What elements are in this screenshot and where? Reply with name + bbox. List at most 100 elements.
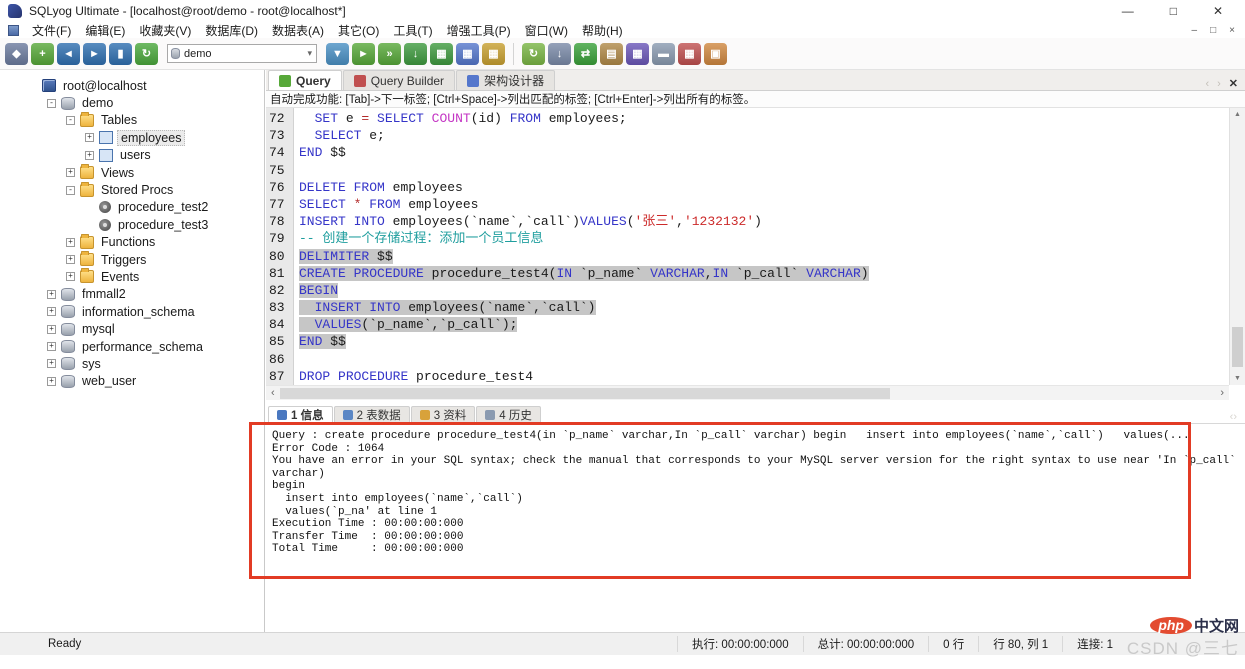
code-line[interactable]: DELETE FROM employees — [299, 179, 1229, 196]
tree-item-information_schema[interactable]: +information_schema — [0, 303, 264, 320]
mdi-close-button[interactable]: × — [1229, 25, 1235, 36]
vertical-scroll-thumb[interactable] — [1232, 327, 1243, 367]
menu-item-A[interactable]: 数据表(A) — [265, 22, 331, 39]
tab-Query[interactable]: Query — [268, 70, 342, 90]
code-line[interactable]: BEGIN — [299, 282, 1229, 299]
tree-item-web_user[interactable]: +web_user — [0, 373, 264, 390]
tab-Query-Builder[interactable]: Query Builder — [343, 70, 455, 90]
monitor-icon[interactable]: ▬ — [652, 43, 675, 65]
expand-icon[interactable]: + — [47, 290, 60, 299]
minimize-button[interactable]: — — [1122, 4, 1134, 18]
expand-icon[interactable]: + — [47, 377, 60, 386]
expand-icon[interactable]: + — [47, 342, 60, 351]
code-line[interactable]: END $$ — [299, 144, 1229, 161]
tree-item-demo[interactable]: -demo — [0, 94, 264, 111]
code-line[interactable] — [299, 162, 1229, 179]
backup-icon[interactable]: ▤ — [600, 43, 623, 65]
new-connection-icon[interactable]: ◆ — [5, 43, 28, 65]
tree-item-procedure_test2[interactable]: procedure_test2 — [0, 199, 264, 216]
tree-item-Views[interactable]: +Views — [0, 164, 264, 181]
sql-editor[interactable]: 72737475767778798081828384858687 SET e =… — [266, 108, 1229, 385]
scroll-down-icon[interactable]: ▼ — [1230, 375, 1245, 382]
tree-item-sys[interactable]: +sys — [0, 355, 264, 372]
tree-item-root-localhost[interactable]: root@localhost — [0, 77, 264, 94]
execute-all-icon[interactable]: » — [378, 43, 401, 65]
menu-item-O[interactable]: 其它(O) — [331, 22, 386, 39]
tree-item-users[interactable]: +users — [0, 147, 264, 164]
tree-item-Events[interactable]: +Events — [0, 268, 264, 285]
editor-horizontal-scrollbar[interactable]: ‹ › — [266, 385, 1229, 400]
refresh-data-icon[interactable]: ↻ — [522, 43, 545, 65]
expand-icon[interactable]: + — [66, 272, 79, 281]
execute-query-icon[interactable]: ► — [352, 43, 375, 65]
tree-item-procedure_test3[interactable]: procedure_test3 — [0, 216, 264, 233]
menu-item-V[interactable]: 收藏夹(V) — [132, 22, 198, 39]
connect-icon[interactable]: + — [31, 43, 54, 65]
expand-icon[interactable]: + — [85, 133, 98, 142]
menu-item-E[interactable]: 编辑(E) — [78, 22, 132, 39]
import-icon[interactable]: ↓ — [548, 43, 571, 65]
code-line[interactable]: SELECT e; — [299, 127, 1229, 144]
sql-code-area[interactable]: SET e = SELECT COUNT(id) FROM employees;… — [294, 108, 1229, 385]
mdi-restore-button[interactable]: □ — [1210, 25, 1216, 36]
database-selector[interactable]: demo▾ — [167, 44, 317, 63]
execute-current-icon[interactable]: ↓ — [404, 43, 427, 65]
results-tab-4---[interactable]: 4 历史 — [476, 406, 541, 423]
menu-item-P[interactable]: 增强工具(P) — [440, 22, 518, 39]
mdi-minimize-button[interactable]: – — [1192, 25, 1198, 36]
alter-table-icon[interactable]: ▦ — [482, 43, 505, 65]
tree-item-performance_schema[interactable]: +performance_schema — [0, 338, 264, 355]
expand-icon[interactable]: + — [66, 255, 79, 264]
code-line[interactable]: DELIMITER $$ — [299, 248, 1229, 265]
tree-item-Tables[interactable]: -Tables — [0, 112, 264, 129]
tab-prev-icon[interactable]: ‹ — [1205, 78, 1209, 90]
query-analyzer-icon[interactable]: ▦ — [626, 43, 649, 65]
refresh-object-browser-icon[interactable]: ↻ — [135, 43, 158, 65]
editor-vertical-scrollbar[interactable]: ▲ ▼ — [1229, 108, 1245, 385]
scroll-up-icon[interactable]: ▲ — [1230, 111, 1245, 118]
schema-designer-icon[interactable]: ▣ — [704, 43, 727, 65]
tree-item-employees[interactable]: +employees — [0, 129, 264, 146]
open-in-new-tab-icon[interactable]: ▦ — [430, 43, 453, 65]
tree-item-Stored-Procs[interactable]: -Stored Procs — [0, 181, 264, 198]
collapse-icon[interactable]: - — [66, 186, 79, 195]
scroll-left-icon[interactable]: ‹ — [271, 386, 275, 400]
code-line[interactable]: CREATE PROCEDURE procedure_test4(IN `p_n… — [299, 265, 1229, 282]
tree-item-mysql[interactable]: +mysql — [0, 320, 264, 337]
stop-icon[interactable]: ▮ — [109, 43, 132, 65]
tab-next-icon[interactable]: › — [1217, 78, 1221, 90]
forward-icon[interactable]: ► — [83, 43, 106, 65]
code-line[interactable]: END $$ — [299, 333, 1229, 350]
menu-item-H[interactable]: 帮助(H) — [575, 22, 630, 39]
results-tab-3---[interactable]: 3 资料 — [411, 406, 476, 423]
back-icon[interactable]: ◄ — [57, 43, 80, 65]
tree-item-fmmall2[interactable]: +fmmall2 — [0, 286, 264, 303]
expand-icon[interactable]: + — [47, 325, 60, 334]
expand-icon[interactable]: + — [85, 151, 98, 160]
expand-icon[interactable]: + — [66, 238, 79, 247]
menu-item-D[interactable]: 数据库(D) — [198, 22, 265, 39]
menu-item-T[interactable]: 工具(T) — [386, 22, 439, 39]
tree-item-Functions[interactable]: +Functions — [0, 234, 264, 251]
code-line[interactable]: INSERT INTO employees(`name`,`call`)VALU… — [299, 213, 1229, 230]
horizontal-scroll-thumb[interactable] — [280, 388, 890, 399]
close-button[interactable]: ✕ — [1213, 4, 1223, 18]
code-line[interactable]: -- 创建一个存储过程：添加一个员工信息 — [299, 230, 1229, 247]
code-line[interactable]: SET e = SELECT COUNT(id) FROM employees; — [299, 110, 1229, 127]
menu-item-W[interactable]: 窗口(W) — [518, 22, 575, 39]
expand-icon[interactable]: + — [47, 307, 60, 316]
code-line[interactable]: INSERT INTO employees(`name`,`call`) — [299, 299, 1229, 316]
sync-icon[interactable]: ⇄ — [574, 43, 597, 65]
code-line[interactable] — [299, 351, 1229, 368]
code-line[interactable]: DROP PROCEDURE procedure_test4 — [299, 368, 1229, 385]
expand-icon[interactable]: + — [47, 359, 60, 368]
user-manager-icon[interactable]: ▼ — [326, 43, 349, 65]
tab-close-icon[interactable]: ✕ — [1229, 77, 1238, 90]
collapse-icon[interactable]: - — [66, 116, 79, 125]
chevron-down-icon[interactable]: ▾ — [307, 48, 312, 59]
tab------[interactable]: 架构设计器 — [456, 70, 555, 90]
maximize-button[interactable]: □ — [1170, 4, 1177, 18]
results-tab-2----[interactable]: 2 表数据 — [334, 406, 410, 423]
collapse-icon[interactable]: - — [47, 99, 60, 108]
schema-sync-icon[interactable]: ▦ — [678, 43, 701, 65]
